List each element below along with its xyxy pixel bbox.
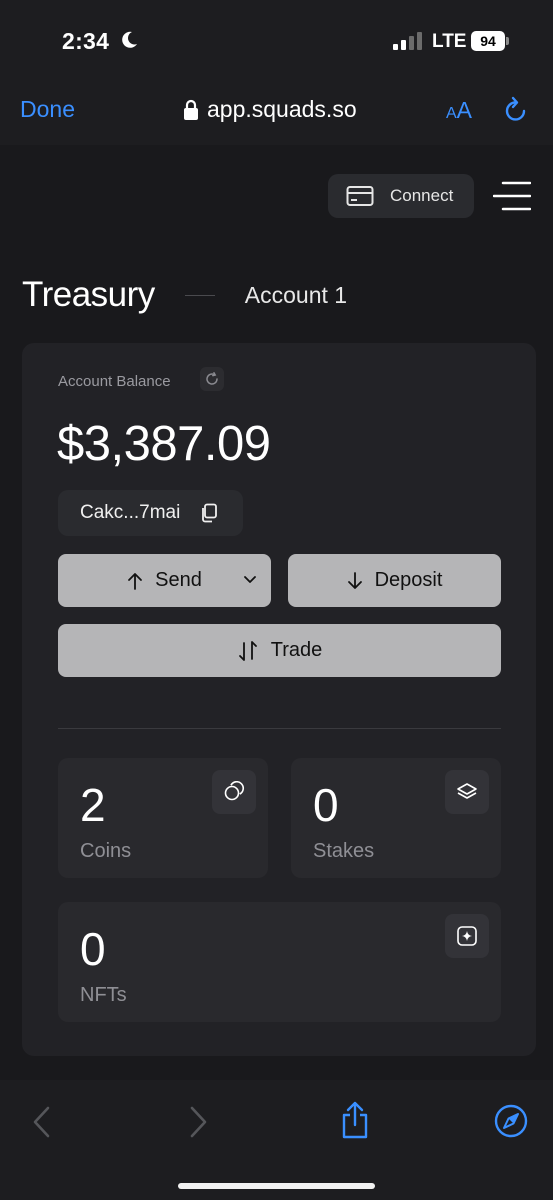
browser-chrome: 2:34 LTE 94 Done app.squads.so AA: [0, 0, 553, 145]
stakes-tile[interactable]: 0 Stakes: [291, 758, 501, 878]
coins-icon-box: [212, 770, 256, 814]
nfts-icon-box: [445, 914, 489, 958]
coins-tile[interactable]: 2 Coins: [58, 758, 268, 878]
reload-icon[interactable]: [503, 96, 529, 124]
text-size-button[interactable]: AA: [446, 97, 472, 124]
stakes-count: 0: [313, 779, 339, 831]
account-balance-label: Account Balance: [58, 373, 171, 390]
home-indicator[interactable]: [178, 1183, 375, 1189]
page-title: Treasury: [22, 275, 155, 314]
arrow-down-icon: [347, 571, 362, 589]
swap-icon: [238, 640, 257, 661]
chevron-down-icon[interactable]: [243, 573, 257, 587]
share-icon[interactable]: [339, 1100, 371, 1140]
account-balance-amount: $3,387.09: [57, 417, 271, 471]
coins-label: Coins: [80, 840, 132, 862]
deposit-label: Deposit: [374, 569, 443, 591]
send-button[interactable]: Send: [58, 554, 271, 607]
card-divider: [58, 728, 501, 729]
battery-level: 94: [471, 31, 505, 51]
browser-toolbar: [0, 1080, 553, 1200]
battery-tip: [506, 37, 509, 45]
signal-icon: [393, 32, 422, 50]
arrow-up-icon: [128, 572, 143, 590]
battery-icon: 94: [471, 31, 509, 51]
refresh-icon: [206, 372, 218, 385]
trade-label: Trade: [270, 639, 323, 661]
account-selector[interactable]: Account 1: [245, 282, 347, 309]
network-type: LTE: [432, 31, 467, 52]
account-balance-card: Account Balance $3,387.09 Cakc...7mai Se…: [22, 343, 536, 1056]
connect-label: Connect: [390, 186, 454, 205]
refresh-balance-button[interactable]: [200, 367, 224, 391]
coins-count: 2: [80, 779, 106, 831]
stakes-label: Stakes: [313, 840, 375, 862]
send-label: Send: [155, 569, 202, 591]
page-title-row: Treasury Account 1: [22, 275, 347, 315]
nfts-label: NFTs: [80, 984, 127, 1006]
copy-icon[interactable]: [200, 503, 218, 523]
done-button[interactable]: Done: [20, 96, 75, 123]
compass-icon[interactable]: [494, 1104, 528, 1138]
connect-button[interactable]: Connect: [328, 174, 474, 218]
wallet-address: Cakc...7mai: [80, 502, 181, 523]
trade-button[interactable]: Trade: [58, 624, 501, 677]
screen: 2:34 LTE 94 Done app.squads.so AA Connec…: [0, 0, 553, 1200]
address-chip[interactable]: Cakc...7mai: [58, 490, 243, 536]
card-icon: [346, 186, 374, 206]
text-size-big-a: A: [456, 97, 473, 123]
text-size-small-a: A: [446, 105, 457, 122]
menu-icon[interactable]: [493, 180, 531, 212]
moon-icon: [122, 31, 137, 48]
coins-icon: [224, 781, 244, 801]
deposit-button[interactable]: Deposit: [288, 554, 501, 607]
back-icon[interactable]: [30, 1105, 52, 1139]
stakes-icon-box: [445, 770, 489, 814]
nfts-tile[interactable]: 0 NFTs: [58, 902, 501, 1022]
lock-icon: [184, 99, 198, 120]
url-text: app.squads.so: [207, 96, 357, 122]
forward-icon[interactable]: [188, 1105, 210, 1139]
nfts-count: 0: [80, 923, 106, 975]
address-bar[interactable]: app.squads.so: [183, 96, 357, 123]
layers-icon: [457, 783, 477, 799]
title-separator: [184, 294, 215, 296]
status-time: 2:34: [62, 28, 110, 54]
sparkle-icon: [457, 926, 477, 946]
